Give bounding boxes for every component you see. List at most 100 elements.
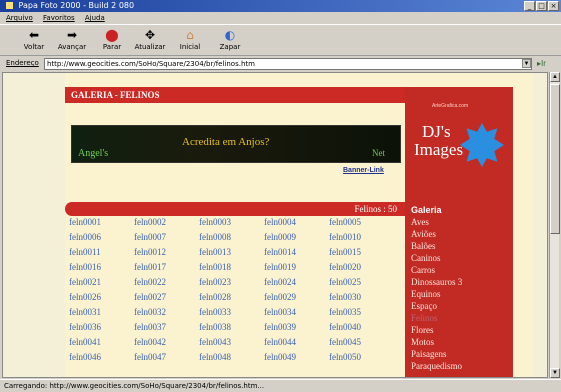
felino-link[interactable]: feln0028	[199, 292, 261, 302]
felino-link[interactable]: feln0043	[199, 337, 261, 347]
vertical-scrollbar[interactable]: ▲ ▼	[549, 72, 560, 378]
felino-link[interactable]: feln0012	[134, 247, 196, 257]
felino-link[interactable]: feln0046	[69, 352, 131, 362]
close-button[interactable]: ×	[548, 1, 559, 11]
felino-link[interactable]: feln0045	[329, 337, 391, 347]
felino-link[interactable]: feln0034	[264, 307, 326, 317]
forward-button[interactable]: ➡ Avançar	[54, 27, 90, 51]
address-dropdown[interactable]: ▼	[522, 59, 531, 68]
logo-line2: Images	[414, 140, 464, 159]
felino-link[interactable]: feln0013	[199, 247, 261, 257]
felino-link[interactable]: feln0005	[329, 217, 391, 227]
felino-link[interactable]: feln0001	[69, 217, 131, 227]
back-button[interactable]: ⬅ Voltar	[16, 27, 52, 51]
felino-link[interactable]: feln0016	[69, 262, 131, 272]
status-bar: Carregando: http://www.geocities.com/SoH…	[0, 379, 561, 392]
felino-link[interactable]: feln0024	[264, 277, 326, 287]
logo-caption: ArteGrafica.com	[432, 103, 469, 109]
felino-link[interactable]: feln0003	[199, 217, 261, 227]
felino-link[interactable]: feln0047	[134, 352, 196, 362]
gallery-item[interactable]: Felinos	[411, 313, 438, 323]
gallery-item[interactable]: Paisagens	[411, 349, 447, 359]
gallery-item[interactable]: Equinos	[411, 289, 441, 299]
minimize-button[interactable]: _	[524, 1, 535, 11]
felino-link[interactable]: feln0019	[264, 262, 326, 272]
felino-link[interactable]: feln0036	[69, 322, 131, 332]
gallery-item[interactable]: Caninos	[411, 253, 441, 263]
go-icon[interactable]: ▸Ir	[537, 59, 546, 68]
banner-middle-text: Acredita em Anjos?	[182, 136, 270, 148]
toolbar: ⬅ Voltar ➡ Avançar ⬤ Parar ✥ Atualizar ⌂ Inic…	[0, 24, 561, 56]
felino-link[interactable]: feln0018	[199, 262, 261, 272]
felino-link[interactable]: feln0026	[69, 292, 131, 302]
address-bar: Endereço http://www.geocities.com/SoHo/S…	[0, 57, 561, 71]
felino-link[interactable]: feln0042	[134, 337, 196, 347]
gallery-item[interactable]: Balões	[411, 241, 436, 251]
felino-link[interactable]: feln0014	[264, 247, 326, 257]
felino-link[interactable]: feln0035	[329, 307, 391, 317]
browser-window: Papa Foto 2000 - Build 2 080 _ □ × Arqui…	[0, 0, 561, 392]
felino-link[interactable]: feln0031	[69, 307, 131, 317]
refresh-button[interactable]: ✥ Atualizar	[132, 27, 168, 51]
gallery-item[interactable]: Paraquedismo	[411, 361, 462, 371]
gallery-item[interactable]: Espaço	[411, 301, 437, 311]
felino-link[interactable]: feln0029	[264, 292, 326, 302]
felino-link[interactable]: feln0027	[134, 292, 196, 302]
felino-link[interactable]: feln0050	[329, 352, 391, 362]
clear-button[interactable]: ◐ Zapar	[212, 27, 248, 51]
felino-link[interactable]: feln0033	[199, 307, 261, 317]
angels-banner[interactable]: Angel's Acredita em Anjos? Net	[71, 125, 401, 163]
felino-link[interactable]: feln0039	[264, 322, 326, 332]
gallery-item[interactable]: Aviões	[411, 229, 436, 239]
back-arrow-icon: ⬅	[28, 28, 40, 42]
dj-images-logo: ArteGrafica.com DJ's Images	[410, 99, 506, 189]
felino-link[interactable]: feln0030	[329, 292, 391, 302]
logo-text: DJ's Images	[414, 123, 502, 159]
menu-favoritos[interactable]: Favoritos	[43, 14, 75, 22]
felino-link[interactable]: feln0049	[264, 352, 326, 362]
felino-link[interactable]: feln0037	[134, 322, 196, 332]
home-icon: ⌂	[186, 28, 194, 42]
stop-button[interactable]: ⬤ Parar	[94, 27, 130, 51]
felino-link[interactable]: feln0015	[329, 247, 391, 257]
felino-link[interactable]: feln0009	[264, 232, 326, 242]
felino-link[interactable]: feln0021	[69, 277, 131, 287]
refresh-label: Atualizar	[134, 43, 166, 51]
felino-link[interactable]: feln0048	[199, 352, 261, 362]
gallery-item[interactable]: Flores	[411, 325, 434, 335]
felino-link[interactable]: feln0017	[134, 262, 196, 272]
felino-link[interactable]: feln0020	[329, 262, 391, 272]
felino-link[interactable]: feln0002	[134, 217, 196, 227]
clear-label: Zapar	[219, 43, 241, 51]
address-input[interactable]: http://www.geocities.com/SoHo/Square/230…	[44, 58, 532, 70]
felino-link[interactable]: feln0006	[69, 232, 131, 242]
felino-link[interactable]: feln0041	[69, 337, 131, 347]
menu-ajuda[interactable]: Ajuda	[85, 14, 105, 22]
felino-link[interactable]: feln0025	[329, 277, 391, 287]
felino-link[interactable]: feln0044	[264, 337, 326, 347]
banner-left-text: Angel's	[78, 148, 109, 159]
felino-link[interactable]: feln0008	[199, 232, 261, 242]
menu-bar: Arquivo Favoritos Ajuda	[0, 12, 561, 24]
gallery-item[interactable]: Dinossauros 3	[411, 277, 462, 287]
felino-link[interactable]: feln0032	[134, 307, 196, 317]
felino-link[interactable]: feln0023	[199, 277, 261, 287]
felino-link[interactable]: feln0038	[199, 322, 261, 332]
felino-link[interactable]: feln0022	[134, 277, 196, 287]
home-button[interactable]: ⌂ Inicial	[172, 27, 208, 51]
felino-link[interactable]: feln0007	[134, 232, 196, 242]
gallery-item[interactable]: Motos	[411, 337, 434, 347]
gallery-item[interactable]: Carros	[411, 265, 435, 275]
scroll-up-button[interactable]: ▲	[550, 72, 560, 82]
forward-arrow-icon: ➡	[66, 28, 78, 42]
felino-link[interactable]: feln0004	[264, 217, 326, 227]
menu-arquivo[interactable]: Arquivo	[6, 14, 33, 22]
felino-link[interactable]: feln0011	[69, 247, 131, 257]
scroll-thumb[interactable]	[550, 84, 560, 234]
banner-link[interactable]: Banner-Link	[343, 167, 384, 174]
felino-link[interactable]: feln0040	[329, 322, 391, 332]
maximize-button[interactable]: □	[536, 1, 547, 11]
gallery-item[interactable]: Aves	[411, 217, 429, 227]
felino-link[interactable]: feln0010	[329, 232, 391, 242]
scroll-down-button[interactable]: ▼	[550, 368, 560, 378]
